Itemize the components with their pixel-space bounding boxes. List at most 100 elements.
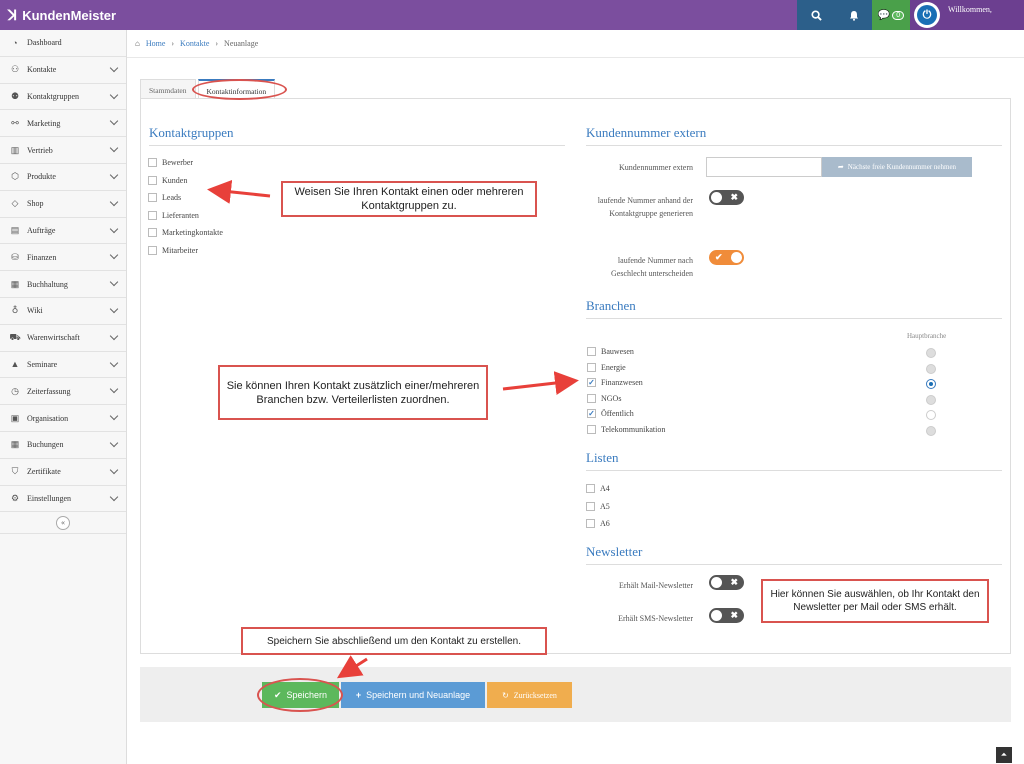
notifications-button[interactable] <box>835 0 872 30</box>
breadcrumb-current: Neuanlage <box>224 39 259 48</box>
group-label: Kunden <box>162 175 188 185</box>
check-icon: ✔ <box>715 252 723 262</box>
user-menu[interactable]: ⏻ Willkommen, <box>910 0 1024 30</box>
messages-button[interactable]: 💬 0 <box>872 0 910 30</box>
branch-checkbox[interactable]: ✓ <box>587 378 596 387</box>
main-branch-radio[interactable] <box>926 363 936 374</box>
sidebar-item-organisation[interactable]: ▣ Organisation <box>0 405 126 432</box>
list-row[interactable]: A5 <box>586 501 610 511</box>
group-row[interactable]: Marketingkontakte <box>148 228 223 237</box>
x-icon: ✖ <box>730 192 738 202</box>
list-checkbox[interactable] <box>586 484 595 493</box>
branch-checkbox[interactable] <box>587 393 596 403</box>
sidebar-item-produkte[interactable]: ⬡ Produkte <box>0 164 126 191</box>
divider <box>586 145 1002 146</box>
breadcrumb: ⌂ Home › Kontakte › Neuanlage <box>135 39 258 48</box>
sidebar-item-shop[interactable]: ◇ Shop <box>0 191 126 218</box>
group-label: Bewerber <box>162 158 194 167</box>
main-branch-radio[interactable] <box>926 379 936 389</box>
main-branch-radio[interactable] <box>926 425 936 436</box>
toggle-knob <box>731 252 742 263</box>
chevron-down-icon <box>109 304 119 314</box>
toggle-knob <box>711 192 722 203</box>
chevron-down-icon <box>109 492 119 501</box>
next-number-label: Nächste freie Kundennummer nehmen <box>847 163 957 171</box>
sidebar-item-finanzen[interactable]: ⛁ Finanzen <box>0 244 126 272</box>
customer-number-input[interactable] <box>706 157 822 177</box>
sidebar-item-zeiterfassung[interactable]: ◷ Zeiterfassung <box>0 378 126 406</box>
section-title-customer-number: Kundennummer extern <box>586 125 707 140</box>
x-icon: ✖ <box>730 577 738 587</box>
chevron-down-icon <box>109 277 119 287</box>
main-branch-radio[interactable] <box>926 410 936 420</box>
chevron-down-icon <box>109 251 119 260</box>
sidebar-item-warenwirtschaft[interactable]: ⛟ Warenwirtschaft <box>0 325 126 352</box>
mail-newsletter-toggle[interactable]: ✖ <box>709 575 744 590</box>
list-row[interactable]: A6 <box>586 519 610 528</box>
lightbulb-icon: ♁ <box>11 305 19 316</box>
save-and-new-button[interactable]: + Speichern und Neuanlage <box>341 682 485 708</box>
main-branch-radio[interactable] <box>926 394 936 405</box>
logo-k-icon: ꓘ <box>8 7 18 23</box>
clipboard-icon: ▣ <box>10 412 20 423</box>
branch-row[interactable]: ✓ Öffentlich <box>587 409 634 418</box>
group-checkbox[interactable] <box>148 158 157 167</box>
reset-button[interactable]: ↻ Zurücksetzen <box>487 682 572 708</box>
sidebar-item-buchhaltung[interactable]: ▦ Buchhaltung <box>0 271 126 298</box>
group-row[interactable]: Kunden <box>148 175 188 185</box>
chevron-down-icon <box>109 197 119 207</box>
list-label: A6 <box>600 519 610 528</box>
sidebar-item-kontakte[interactable]: ⚇ Kontakte <box>0 57 126 84</box>
tab-stammdaten[interactable]: Stammdaten <box>140 79 196 99</box>
branch-row[interactable]: ✓ Finanzwesen <box>587 378 643 387</box>
sidebar-item-marketing[interactable]: ⚯ Marketing <box>0 110 126 138</box>
app-logo[interactable]: ꓘ KundenMeister <box>8 7 116 24</box>
sms-newsletter-toggle[interactable]: ✖ <box>709 608 744 623</box>
branch-checkbox[interactable] <box>587 347 596 356</box>
sidebar-item-zertifikate[interactable]: ⛉ Zertifikate <box>0 459 126 486</box>
divider <box>149 145 565 146</box>
list-checkbox[interactable] <box>586 519 595 528</box>
sidebar-item-kontaktgruppen[interactable]: ⚉ Kontaktgruppen <box>0 84 126 111</box>
group-checkbox[interactable] <box>148 175 157 185</box>
next-number-button[interactable]: ➦ Nächste freie Kundennummer nehmen <box>822 157 972 177</box>
sidebar-item-seminare[interactable]: ▲ Seminare <box>0 352 126 379</box>
group-checkbox[interactable] <box>148 193 157 202</box>
branch-row[interactable]: Bauwesen <box>587 347 634 356</box>
sidebar-item-wiki[interactable]: ♁ Wiki <box>0 298 126 325</box>
list-checkbox[interactable] <box>586 501 595 511</box>
branch-checkbox[interactable] <box>587 362 596 372</box>
main-branch-radio[interactable] <box>926 348 936 358</box>
branch-checkbox[interactable]: ✓ <box>587 409 596 418</box>
group-checkbox[interactable] <box>148 245 157 255</box>
search-button[interactable] <box>797 0 835 30</box>
inventory-icon: ⛟ <box>9 331 21 342</box>
gender-number-toggle[interactable]: ✔ <box>709 250 744 265</box>
branch-row[interactable]: NGOs <box>587 393 621 403</box>
group-checkbox[interactable] <box>148 210 157 220</box>
auto-number-toggle[interactable]: ✖ <box>709 190 744 205</box>
branch-row[interactable]: Energie <box>587 362 626 372</box>
list-row[interactable]: A4 <box>586 484 610 493</box>
scroll-to-top-button[interactable]: ⏶ <box>996 747 1012 763</box>
group-checkbox[interactable] <box>148 228 157 237</box>
group-row[interactable]: Bewerber <box>148 158 193 167</box>
sidebar-item-dashboard[interactable]: ◔ Dashboard <box>0 30 126 57</box>
branch-row[interactable]: Telekommunikation <box>587 424 665 434</box>
tag-icon: ◇ <box>11 198 19 209</box>
breadcrumb-home[interactable]: Home <box>146 39 166 48</box>
sidebar-collapse-button[interactable]: « <box>0 512 126 535</box>
branch-checkbox[interactable] <box>587 424 596 434</box>
group-row[interactable]: Leads <box>148 193 181 202</box>
gear-icon: ⚙ <box>10 492 20 503</box>
group-row[interactable]: Lieferanten <box>148 210 199 220</box>
sidebar-item-label: Kontaktgruppen <box>27 91 79 101</box>
sidebar-item-buchungen[interactable]: ▦ Buchungen <box>0 432 126 459</box>
group-row[interactable]: Mitarbeiter <box>148 245 198 255</box>
sidebar-item-auftr-ge[interactable]: ▤ Aufträge <box>0 218 126 245</box>
section-title-groups: Kontaktgruppen <box>149 125 234 140</box>
sidebar-item-vertrieb[interactable]: ▥ Vertrieb <box>0 137 126 164</box>
sidebar-item-einstellungen[interactable]: ⚙ Einstellungen <box>0 486 126 513</box>
chevron-down-icon <box>109 90 119 99</box>
breadcrumb-contacts[interactable]: Kontakte <box>180 39 209 48</box>
